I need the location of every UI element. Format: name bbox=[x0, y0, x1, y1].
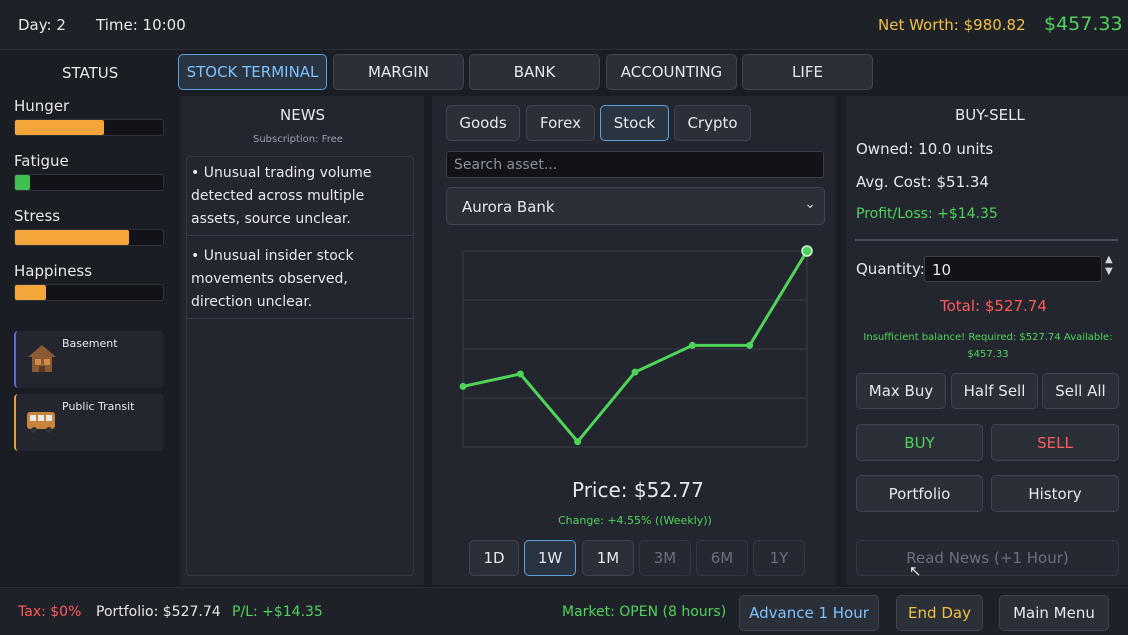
end-day-button[interactable]: End Day bbox=[896, 595, 983, 631]
news-item: • Unusual insider stock movements observ… bbox=[191, 248, 354, 310]
price-point bbox=[688, 341, 696, 349]
news-list: • Unusual trading volume detected across… bbox=[186, 156, 414, 576]
buy-sell-title: BUY-SELL bbox=[955, 106, 1025, 124]
tax-label: Tax: $0% bbox=[18, 604, 82, 620]
chevron-down-icon: ⌄ bbox=[804, 196, 816, 212]
card-public-transit[interactable]: Public Transit bbox=[14, 394, 164, 451]
category-crypto-button[interactable]: Crypto bbox=[674, 105, 751, 141]
sell-all-button[interactable]: Sell All bbox=[1042, 373, 1119, 409]
price-chart bbox=[459, 245, 813, 448]
tab-stock-terminal[interactable]: STOCK TERMINAL bbox=[178, 54, 327, 90]
house-icon bbox=[28, 345, 56, 372]
price-point bbox=[801, 245, 813, 257]
time-label: Time: 10:00 bbox=[96, 16, 186, 34]
price-point bbox=[459, 382, 467, 390]
balance-warning: Insufficient balance! Required: $527.74 … bbox=[863, 332, 1113, 360]
tab-margin[interactable]: MARGIN bbox=[333, 54, 464, 90]
quantity-stepper[interactable]: 10 bbox=[924, 256, 1102, 282]
stepper-arrows-icon[interactable]: ▲ ▼ bbox=[1105, 254, 1113, 278]
advance-hour-button[interactable]: Advance 1 Hour bbox=[739, 595, 879, 631]
quantity-value: 10 bbox=[932, 261, 952, 279]
status-label-1: Fatigue bbox=[14, 152, 69, 170]
status-bar bbox=[14, 174, 164, 191]
total-label: Total: $527.74 bbox=[940, 297, 1047, 315]
category-goods-button[interactable]: Goods bbox=[446, 105, 520, 141]
half-sell-button[interactable]: Half Sell bbox=[951, 373, 1038, 409]
profit-loss-label: Profit/Loss: +$14.35 bbox=[856, 206, 998, 222]
range-1d-button[interactable]: 1D bbox=[469, 540, 519, 576]
asset-select[interactable]: Aurora Bank ⌄ bbox=[446, 187, 825, 225]
price-line bbox=[462, 250, 809, 444]
net-worth-label: Net Worth: $980.82 bbox=[878, 16, 1026, 34]
footer-pl-label: P/L: +$14.35 bbox=[232, 604, 323, 620]
history-button[interactable]: History bbox=[991, 475, 1119, 512]
price-point bbox=[746, 341, 754, 349]
card-transit-label: Public Transit bbox=[62, 400, 135, 413]
range-1y-button[interactable]: 1Y bbox=[753, 540, 805, 576]
news-item: • Unusual trading volume detected across… bbox=[191, 165, 372, 227]
search-input[interactable] bbox=[446, 151, 824, 178]
portfolio-value-label: Portfolio: $527.74 bbox=[96, 604, 221, 620]
category-stock-button[interactable]: Stock bbox=[600, 105, 669, 141]
bus-icon bbox=[27, 412, 55, 433]
market-status-label: Market: OPEN (8 hours) bbox=[562, 604, 727, 620]
avg-cost-label: Avg. Cost: $51.34 bbox=[856, 173, 989, 191]
read-news-button[interactable]: Read News (+1 Hour) bbox=[856, 540, 1119, 576]
quantity-label: Quantity: bbox=[856, 260, 925, 278]
status-label-0: Hunger bbox=[14, 97, 70, 115]
price-point bbox=[631, 368, 639, 376]
range-1m-button[interactable]: 1M bbox=[582, 540, 634, 576]
range-3m-button[interactable]: 3M bbox=[639, 540, 691, 576]
status-bar-fill bbox=[15, 120, 104, 135]
range-6m-button[interactable]: 6M bbox=[696, 540, 748, 576]
category-forex-button[interactable]: Forex bbox=[526, 105, 595, 141]
max-buy-button[interactable]: Max Buy bbox=[856, 373, 946, 409]
status-title: STATUS bbox=[62, 64, 119, 82]
status-label-3: Happiness bbox=[14, 262, 93, 280]
tab-bank[interactable]: BANK bbox=[469, 54, 600, 90]
portfolio-button[interactable]: Portfolio bbox=[856, 475, 983, 512]
status-bar bbox=[14, 229, 164, 246]
sell-button[interactable]: SELL bbox=[991, 424, 1119, 461]
status-bar bbox=[14, 284, 164, 301]
owned-label: Owned: 10.0 units bbox=[856, 140, 994, 158]
status-bar bbox=[14, 119, 164, 136]
card-basement[interactable]: Basement bbox=[14, 331, 164, 388]
status-bar-fill bbox=[15, 285, 47, 300]
news-title: NEWS bbox=[280, 106, 326, 124]
tab-accounting[interactable]: ACCOUNTING bbox=[606, 54, 737, 90]
price-point bbox=[574, 438, 582, 446]
day-label: Day: 2 bbox=[18, 16, 66, 34]
mouse-cursor-icon: ↖ bbox=[909, 562, 922, 580]
tab-life[interactable]: LIFE bbox=[742, 54, 873, 90]
range-1w-button[interactable]: 1W bbox=[524, 540, 576, 576]
news-subscription: Subscription: Free bbox=[253, 134, 343, 145]
price-point bbox=[516, 370, 524, 378]
main-menu-button[interactable]: Main Menu bbox=[999, 595, 1109, 631]
status-label-2: Stress bbox=[14, 207, 61, 225]
status-bar-fill bbox=[15, 175, 30, 190]
change-label: Change: +4.55% ((Weekly)) bbox=[558, 514, 712, 527]
buy-button[interactable]: BUY bbox=[856, 424, 983, 461]
price-label: Price: $52.77 bbox=[572, 478, 704, 502]
status-bar-fill bbox=[15, 230, 129, 245]
card-basement-label: Basement bbox=[62, 337, 118, 350]
asset-select-value: Aurora Bank bbox=[462, 198, 555, 216]
cash-balance: $457.33 bbox=[1044, 13, 1123, 35]
news-panel: NEWS Subscription: Free • Unusual tradin… bbox=[180, 96, 424, 585]
